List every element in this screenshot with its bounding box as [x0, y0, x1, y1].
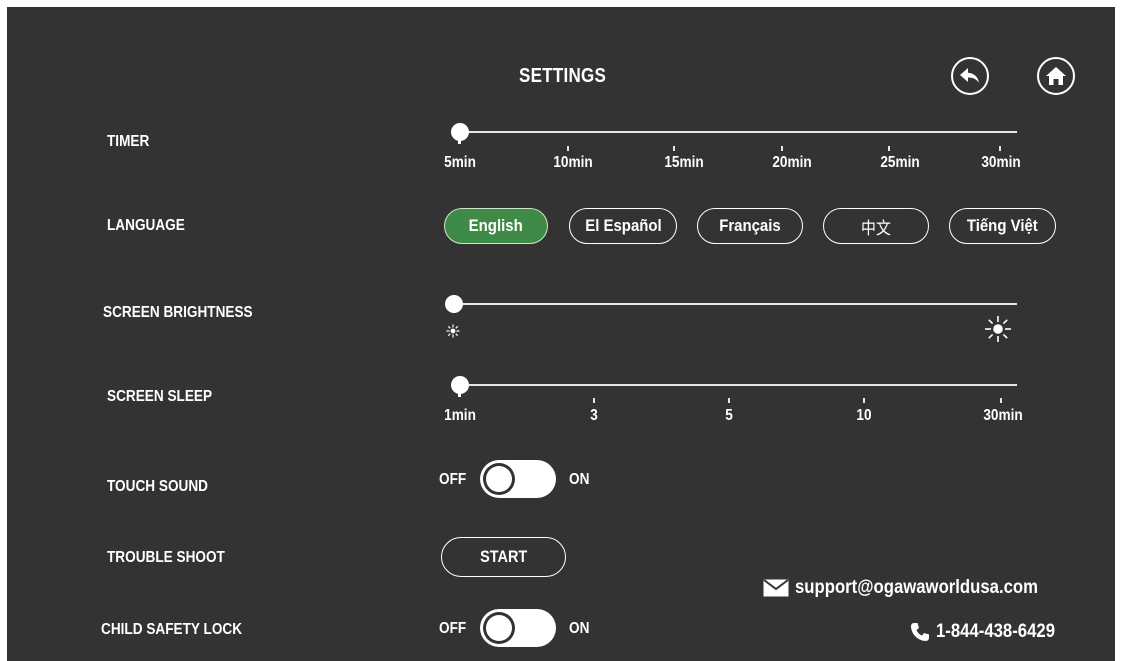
language-option-chinese[interactable]: 中文 [823, 208, 929, 244]
language-option-french[interactable]: Français [697, 208, 803, 244]
screen-sleep-tick-label: 5 [725, 407, 733, 424]
settings-screen: SETTINGS TIMER 5min 10min 15min 20min 25… [7, 7, 1115, 661]
timer-tick-label: 10min [553, 154, 593, 171]
screen-sleep-tick-label: 1min [444, 407, 476, 424]
timer-tick-label: 20min [772, 154, 812, 171]
screen-sleep-tick [593, 398, 595, 403]
brightness-slider-knob[interactable] [445, 295, 463, 313]
child-lock-off-label: OFF [439, 620, 467, 637]
support-phone: 1-844-438-6429 [910, 621, 1071, 643]
phone-icon [911, 623, 929, 641]
toggle-thumb [483, 612, 515, 644]
child-lock-toggle[interactable] [480, 609, 556, 647]
timer-label: TIMER [107, 133, 150, 150]
timer-tick-label: 25min [880, 154, 920, 171]
timer-tick-label: 15min [664, 154, 704, 171]
trouble-shoot-start-button[interactable]: START [441, 537, 566, 577]
support-email-text: support@ogawaworldusa.com [795, 577, 1038, 598]
timer-tick [673, 146, 675, 151]
brightness-label: SCREEN BRIGHTNESS [103, 304, 253, 321]
language-option-spanish[interactable]: El Español [569, 208, 677, 244]
screen-sleep-slider-track[interactable] [455, 384, 1017, 386]
home-icon [1046, 67, 1066, 85]
touch-sound-label: TOUCH SOUND [107, 478, 209, 495]
bright-sun-icon [985, 316, 1011, 342]
envelope-icon [763, 579, 789, 597]
language-label: LANGUAGE [107, 217, 185, 234]
brightness-slider-track[interactable] [455, 303, 1017, 305]
screen-sleep-tick-label: 30min [983, 407, 1023, 424]
timer-slider-track[interactable] [455, 131, 1017, 133]
language-option-english[interactable]: English [444, 208, 548, 244]
timer-slider-knob[interactable] [451, 123, 469, 144]
screen-sleep-tick [863, 398, 865, 403]
page-title: SETTINGS [519, 65, 607, 87]
toggle-thumb [483, 463, 515, 495]
back-button[interactable] [951, 57, 989, 95]
touch-sound-toggle[interactable] [480, 460, 556, 498]
home-button[interactable] [1037, 57, 1075, 95]
screen-sleep-tick [1000, 398, 1002, 403]
timer-tick-label: 30min [981, 154, 1021, 171]
screen-sleep-tick-label: 3 [590, 407, 598, 424]
screen-sleep-tick-label: 10 [856, 407, 872, 424]
timer-tick [999, 146, 1001, 151]
timer-tick [781, 146, 783, 151]
screen-sleep-slider-knob[interactable] [451, 376, 469, 397]
child-lock-on-label: ON [569, 620, 590, 637]
child-lock-label: CHILD SAFETY LOCK [101, 621, 243, 638]
touch-sound-on-label: ON [569, 471, 590, 488]
timer-tick-label: 5min [444, 154, 476, 171]
screen-sleep-label: SCREEN SLEEP [107, 388, 213, 405]
support-phone-text: 1-844-438-6429 [936, 621, 1055, 642]
trouble-shoot-label: TROUBLE SHOOT [107, 549, 225, 566]
touch-sound-off-label: OFF [439, 471, 467, 488]
language-option-vietnamese[interactable]: Tiếng Việt [949, 208, 1056, 244]
support-email: support@ogawaworldusa.com [763, 577, 1071, 599]
dim-sun-icon [446, 324, 460, 338]
timer-tick [567, 146, 569, 151]
screen-sleep-tick [728, 398, 730, 403]
back-arrow-icon [960, 68, 979, 83]
timer-tick [888, 146, 890, 151]
